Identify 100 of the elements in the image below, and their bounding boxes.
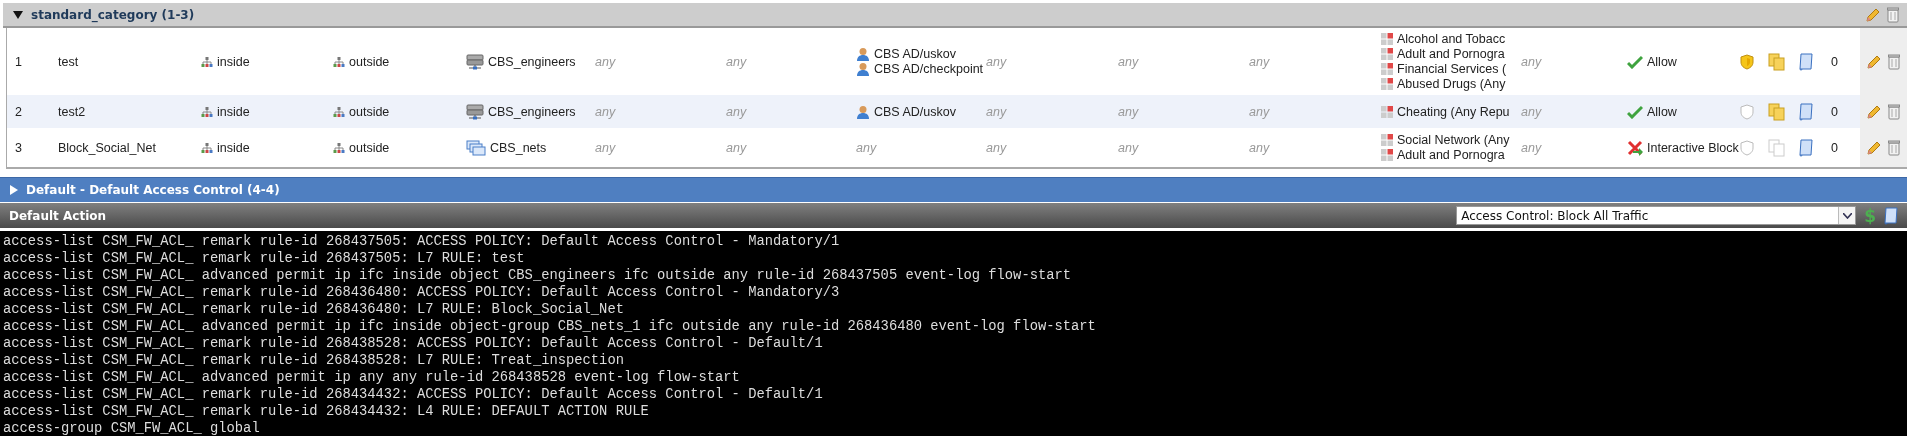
zone-name: inside — [217, 104, 250, 119]
shield-icon[interactable] — [1740, 53, 1754, 70]
url-category: Cheating (Any Repu — [1397, 104, 1510, 119]
any-value: any — [1521, 140, 1542, 155]
user-icon — [856, 47, 870, 61]
console-line: access-list CSM_FW_ACL_ remark rule-id 268434432: L4 RULE: DEFAULT ACTION RULE — [3, 403, 650, 420]
edit-icon[interactable] — [1866, 53, 1882, 70]
category-icon — [1381, 33, 1393, 45]
category-header[interactable]: standard_category (1-3) — [3, 3, 1907, 28]
copy-pages-icon[interactable] — [1768, 138, 1786, 157]
console-line: access-list CSM_FW_ACL_ advanced permit ip ifc inside object-group CBS_nets_1 ifc outside any rule-id 268436480 event-log flow-start — [3, 318, 1097, 335]
category-icon — [1381, 134, 1393, 146]
category-icon — [1381, 48, 1393, 60]
zone-name: outside — [349, 140, 390, 155]
any-value: any — [726, 54, 747, 69]
zone-name: inside — [217, 54, 250, 69]
scroll-icon[interactable] — [1798, 52, 1814, 71]
rule-action: Allow — [1647, 104, 1677, 119]
section-header[interactable]: Default - Default Access Control (4-4) — [0, 177, 1907, 202]
network-tree-icon — [201, 106, 213, 117]
server-icon — [466, 53, 484, 70]
rule-number: 2 — [15, 104, 23, 119]
check-icon — [1627, 104, 1643, 119]
url-category: Social Network (Any — [1397, 133, 1510, 147]
scroll-icon[interactable] — [1798, 102, 1814, 121]
edit-icon[interactable] — [1865, 6, 1881, 23]
category-icon — [1381, 149, 1393, 161]
console-line: access-list CSM_FW_ACL_ advanced permit ip any any rule-id 268438528 event-log flow-start — [3, 369, 741, 386]
rule-number: 1 — [15, 54, 23, 69]
any-value: any — [1249, 54, 1270, 69]
any-value: any — [1118, 54, 1139, 69]
copy-pages-icon[interactable] — [1768, 102, 1786, 121]
any-value: any — [726, 104, 747, 119]
any-value: any — [1118, 104, 1139, 119]
any-value: any — [1249, 140, 1270, 155]
edit-icon[interactable] — [1866, 103, 1882, 120]
scroll-icon[interactable] — [1883, 206, 1899, 225]
console-line: access-list CSM_FW_ACL_ remark rule-id 268438528: L7 RULE: Treat_inspection — [3, 352, 625, 369]
network-tree-icon — [333, 56, 345, 67]
console-line: access-list CSM_FW_ACL_ remark rule-id 268438528: ACCESS POLICY: Default Access Control - Default/1 — [3, 335, 824, 352]
console-line: access-list CSM_FW_ACL_ remark rule-id 268436480: L7 RULE: Block_Social_Net — [3, 301, 625, 318]
any-value: any — [986, 104, 1007, 119]
hit-count: 0 — [1831, 54, 1839, 69]
any-value: any — [595, 140, 616, 155]
any-value: any — [1521, 104, 1542, 119]
section-title: standard_category (1-3) — [31, 7, 196, 22]
console-line: access-group CSM_FW_ACL_ global — [3, 420, 261, 436]
url-category: Financial Services ( — [1397, 62, 1507, 76]
expand-arrow-icon[interactable] — [10, 185, 18, 195]
user-icon — [856, 104, 870, 119]
any-value: any — [986, 140, 1007, 155]
edit-icon[interactable] — [1866, 139, 1882, 156]
console-line: access-list CSM_FW_ACL_ remark rule-id 268437505: L7 RULE: test — [3, 250, 526, 267]
url-category: Adult and Pornogra — [1397, 148, 1505, 162]
user-name: CBS AD/checkpoint — [874, 62, 984, 76]
delete-icon[interactable] — [1888, 103, 1900, 120]
shield-icon[interactable] — [1740, 103, 1754, 120]
network-tree-icon — [333, 142, 345, 153]
rule-name: test — [58, 54, 80, 69]
network-tree-icon — [201, 56, 213, 67]
rule-number: 3 — [15, 140, 23, 155]
server-icon — [466, 103, 484, 120]
cross-arrow-icon — [1627, 139, 1643, 156]
category-icon — [1381, 63, 1393, 75]
any-value: any — [986, 54, 1007, 69]
scroll-icon[interactable] — [1798, 138, 1814, 157]
copy-pages-icon[interactable] — [1768, 52, 1786, 71]
console-line: access-list CSM_FW_ACL_ advanced permit ip ifc inside object CBS_engineers ifc outside any rule-id 268437505 event-log flow-start — [3, 267, 1073, 284]
any-value: any — [1118, 140, 1139, 155]
url-category: Alcohol and Tobacc — [1397, 32, 1506, 46]
network-object: CBS_engineers — [488, 104, 576, 119]
console-line: access-list CSM_FW_ACL_ remark rule-id 268437505: ACCESS POLICY: Default Access Control - Mandatory/1 — [3, 233, 841, 250]
any-value: any — [856, 140, 877, 155]
network-tree-icon — [201, 142, 213, 153]
hit-count: 0 — [1831, 140, 1839, 155]
delete-icon[interactable] — [1887, 6, 1899, 23]
any-value: any — [1249, 104, 1270, 119]
any-value: any — [726, 140, 747, 155]
hit-count: 0 — [1831, 104, 1839, 119]
network-object: CBS_engineers — [488, 54, 576, 69]
rule-name: test2 — [58, 104, 87, 119]
zone-name: inside — [217, 140, 250, 155]
console-line: access-list CSM_FW_ACL_ remark rule-id 268434432: ACCESS POLICY: Default Access Control - Default/1 — [3, 386, 824, 403]
action-dropdown[interactable]: Access Control: Block All Traffic — [1456, 206, 1857, 225]
collapse-arrow-icon[interactable] — [13, 10, 23, 19]
category-icon — [1381, 78, 1393, 90]
caret-icon[interactable] — [1842, 212, 1852, 219]
url-category: Abused Drugs (Any — [1397, 77, 1506, 91]
delete-icon[interactable] — [1888, 53, 1900, 70]
user-name: CBS AD/uskov — [874, 47, 956, 61]
network-tree-icon — [333, 106, 345, 117]
shield-icon[interactable] — [1740, 139, 1754, 156]
zone-name: outside — [349, 104, 390, 119]
any-value: any — [595, 54, 616, 69]
window-stack-icon — [466, 139, 486, 156]
url-category: Adult and Pornogra — [1397, 47, 1505, 61]
user-name: CBS AD/uskov — [874, 104, 956, 119]
rule-action: Allow — [1647, 54, 1677, 69]
rule-action: Interactive Block — [1647, 140, 1739, 155]
delete-icon[interactable] — [1888, 139, 1900, 156]
